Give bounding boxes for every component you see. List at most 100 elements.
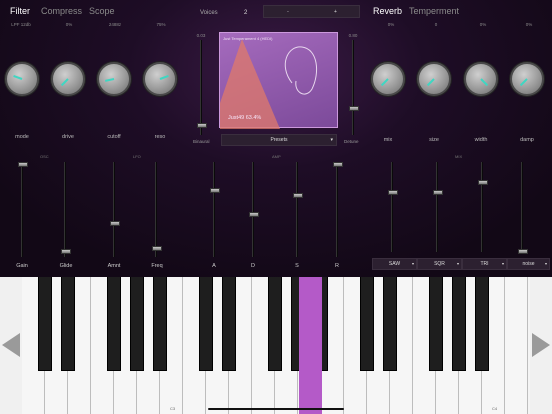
mix-noise-slider-thumb[interactable] (518, 249, 528, 254)
release-slider-track[interactable] (336, 162, 338, 257)
tab-scope[interactable]: Scope (89, 6, 115, 16)
binaural-slider-thumb[interactable] (197, 123, 207, 128)
voices-plus-button[interactable]: + (312, 6, 359, 17)
mix-tri-slider-thumb[interactable] (478, 180, 488, 185)
tri-label: TRI (480, 261, 489, 267)
filter-cutoff-knob[interactable] (97, 62, 131, 96)
filter-drive-knob[interactable] (51, 62, 85, 96)
black-key[interactable] (199, 277, 213, 371)
black-key[interactable] (429, 277, 443, 371)
presets-dropdown[interactable]: Presets ▾ (221, 134, 337, 146)
black-key[interactable] (38, 277, 52, 371)
binaural-value: 0.03 (196, 33, 206, 38)
release-label: R (335, 263, 339, 269)
black-key[interactable] (61, 277, 75, 371)
sustain-slider-track[interactable] (296, 162, 298, 257)
reverb-size-knob[interactable] (417, 62, 451, 96)
reverb-width-knob[interactable] (464, 62, 498, 96)
octave-label-c4: C4 (492, 406, 498, 411)
temperament-status: Just49 63.4% (228, 115, 262, 121)
reverb-size-readout: 0 (434, 22, 438, 27)
tab-filter[interactable]: Filter (10, 6, 30, 16)
black-key[interactable] (383, 277, 397, 371)
section-osc: OSC (40, 154, 49, 159)
attack-slider-thumb[interactable] (210, 188, 220, 193)
reverb-damp-knob[interactable] (510, 62, 544, 96)
piano-keyboard[interactable] (22, 277, 530, 414)
chevron-down-icon: ▾ (544, 261, 547, 266)
tab-reverb[interactable]: Reverb (373, 6, 402, 16)
saw-button[interactable]: SAW ▾ (372, 258, 417, 270)
black-key[interactable] (452, 277, 466, 371)
detune-slider-track[interactable] (352, 40, 354, 135)
synth-panel: Filter Compress Scope Reverb Temperment … (0, 0, 552, 277)
binaural-slider-track[interactable] (200, 40, 202, 135)
section-amp: AMP (272, 154, 281, 159)
reverb-mix-knob[interactable] (371, 62, 405, 96)
reverb-damp-readout: 0% (525, 22, 533, 27)
filter-cutoff-label: cutoff (107, 134, 121, 140)
gain-slider-track[interactable] (21, 162, 23, 257)
sqr-label: SQR (434, 261, 445, 267)
gain-slider-thumb[interactable] (18, 162, 28, 167)
mix-saw-slider-thumb[interactable] (388, 190, 398, 195)
voices-label: Voices (200, 10, 218, 16)
reverb-mix-label: mix (383, 137, 393, 143)
filter-mode-readout: LPF 12db (11, 22, 31, 27)
filter-reso-knob[interactable] (143, 62, 177, 96)
glide-slider-track[interactable] (64, 162, 66, 257)
filter-cutoff-readout: 2488z (108, 22, 122, 27)
black-key[interactable] (222, 277, 236, 371)
scroll-right-arrow-icon[interactable] (532, 333, 550, 357)
detune-slider-thumb[interactable] (349, 106, 359, 111)
amnt-slider-thumb[interactable] (110, 221, 120, 226)
mix-sqr-slider-track[interactable] (436, 162, 438, 252)
voices-minus-button[interactable]: - (264, 6, 312, 17)
mix-noise-slider-track[interactable] (521, 162, 523, 252)
octave-label-c3: C3 (170, 406, 176, 411)
section-lfo: LFO (133, 154, 141, 159)
attack-slider-track[interactable] (213, 162, 215, 257)
freq-slider-thumb[interactable] (152, 246, 162, 251)
filter-reso-label: reso (154, 134, 166, 140)
black-key[interactable] (360, 277, 374, 371)
tab-temperment[interactable]: Temperment (409, 6, 459, 16)
filter-mode-knob[interactable] (5, 62, 39, 96)
black-key[interactable] (475, 277, 489, 371)
tri-button[interactable]: TRI ▾ (462, 258, 507, 270)
decay-slider-thumb[interactable] (249, 212, 259, 217)
white-key[interactable] (505, 277, 528, 414)
mix-saw-slider-track[interactable] (391, 162, 393, 252)
mix-tri-slider-track[interactable] (481, 162, 483, 252)
glide-slider-thumb[interactable] (61, 249, 71, 254)
freq-slider-track[interactable] (155, 162, 157, 257)
sustain-slider-thumb[interactable] (293, 193, 303, 198)
release-slider-thumb[interactable] (333, 162, 343, 167)
reverb-damp-label: damp (520, 137, 534, 143)
sqr-button[interactable]: SQR ▾ (417, 258, 462, 270)
chevron-down-icon: ▾ (330, 137, 333, 143)
filter-drive-readout: 0% (65, 22, 73, 27)
black-key[interactable] (107, 277, 121, 371)
chevron-down-icon: ▾ (411, 261, 414, 266)
filter-drive-label: drive (62, 134, 74, 140)
noise-button[interactable]: noise ▾ (507, 258, 550, 270)
attack-label: A (212, 263, 216, 269)
filter-reso-readout: 75% (156, 22, 166, 27)
reverb-size-label: size (429, 137, 439, 143)
black-key[interactable] (153, 277, 167, 371)
decay-slider-track[interactable] (252, 162, 254, 257)
scroll-left-arrow-icon[interactable] (2, 333, 20, 357)
black-key[interactable] (130, 277, 144, 371)
voices-stepper: - + (263, 5, 360, 18)
mix-sqr-slider-thumb[interactable] (433, 190, 443, 195)
sustain-label: S (295, 263, 299, 269)
black-key[interactable] (268, 277, 282, 371)
tab-compress[interactable]: Compress (41, 6, 82, 16)
active-key-highlight (299, 277, 322, 414)
binaural-label: Binaural (193, 139, 210, 144)
decay-label: D (251, 263, 255, 269)
waveform-display: Just Temperament 4 (HEDI) Just49 63.4% (219, 32, 338, 129)
amnt-slider-track[interactable] (113, 162, 115, 257)
saw-label: SAW (388, 261, 401, 267)
